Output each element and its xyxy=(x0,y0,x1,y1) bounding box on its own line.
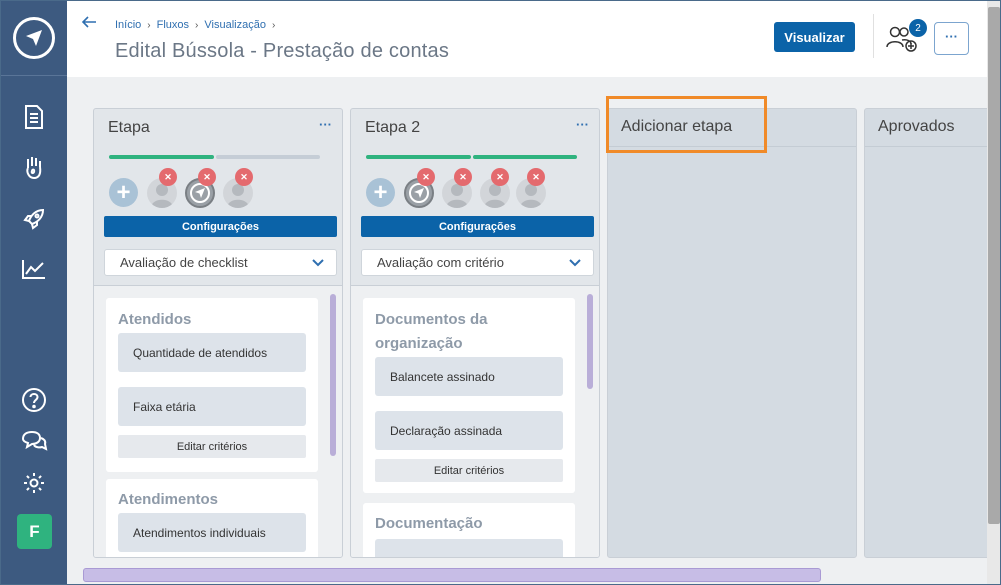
chevron-down-icon xyxy=(312,259,324,267)
horizontal-scrollbar[interactable] xyxy=(81,567,969,584)
stage-scrollbar[interactable] xyxy=(330,294,336,456)
remove-member-icon[interactable]: ✕ xyxy=(491,168,509,186)
add-member-button[interactable]: + xyxy=(109,178,138,207)
chat-icon[interactable] xyxy=(20,427,48,455)
card-title: Documentação xyxy=(375,515,483,532)
remove-member-icon[interactable]: ✕ xyxy=(198,168,216,186)
card-title: Atendidos xyxy=(118,311,192,328)
criterion-item[interactable]: Atendimentos individuais xyxy=(118,513,306,552)
configuracoes-button[interactable]: Configurações xyxy=(104,216,337,237)
page-title: Edital Bússola - Prestação de contas xyxy=(115,40,450,62)
breadcrumb: Início › Fluxos › Visualização › xyxy=(115,19,275,31)
select-value: Avaliação com critério xyxy=(377,255,504,270)
progress-segment xyxy=(109,155,214,159)
sidebar: F xyxy=(1,1,67,584)
stage-more-button[interactable]: ··· xyxy=(576,117,589,132)
edit-criteria-button[interactable]: Editar critérios xyxy=(375,459,563,482)
stage-body: Atendidos Quantidade de atendidos Faixa … xyxy=(94,285,342,557)
chart-icon[interactable] xyxy=(20,255,48,283)
stage-scrollbar[interactable] xyxy=(587,294,593,389)
stage-body: Documentos da organização Balancete assi… xyxy=(351,285,599,557)
stage-column: Etapa ··· + ✕ ✕ ✕ Configurações Avaliaçã… xyxy=(93,108,343,558)
remove-member-icon[interactable]: ✕ xyxy=(417,168,435,186)
criterion-item[interactable]: Balancete assinado xyxy=(375,357,563,396)
header-divider xyxy=(873,14,874,58)
users-count-badge: 2 xyxy=(909,19,927,37)
remove-member-icon[interactable]: ✕ xyxy=(527,168,545,186)
add-stage-title[interactable]: Adicionar etapa xyxy=(621,118,732,136)
approved-header: Aprovados xyxy=(865,109,987,147)
criteria-card: Documentos da organização Balancete assi… xyxy=(363,298,575,493)
horizontal-scroll-thumb[interactable] xyxy=(83,568,821,582)
approved-column: Aprovados xyxy=(864,108,987,558)
breadcrumb-fluxos[interactable]: Fluxos xyxy=(157,19,189,31)
remove-member-icon[interactable]: ✕ xyxy=(454,168,472,186)
breadcrumb-chevron-icon: › xyxy=(147,19,151,31)
criterion-item[interactable]: Declaração assinada xyxy=(375,411,563,450)
select-value: Avaliação de checklist xyxy=(120,255,248,270)
kanban-board: Etapa ··· + ✕ ✕ ✕ Configurações Avaliaçã… xyxy=(67,77,987,584)
help-icon[interactable] xyxy=(20,386,48,414)
card-title: Documentos da organização xyxy=(375,311,488,352)
app-frame: F Início › Fluxos › Visualização › Edita… xyxy=(0,0,1001,585)
evaluation-type-select[interactable]: Avaliação com critério xyxy=(361,249,594,276)
criterion-item[interactable] xyxy=(375,539,563,557)
visualizar-button[interactable]: Visualizar xyxy=(774,22,855,52)
rocket-icon[interactable] xyxy=(20,205,48,233)
breadcrumb-inicio[interactable]: Início xyxy=(115,19,141,31)
progress-segment xyxy=(366,155,471,159)
chevron-down-icon xyxy=(569,259,581,267)
user-avatar[interactable]: F xyxy=(17,514,52,549)
logo-icon[interactable] xyxy=(13,17,55,59)
document-icon[interactable] xyxy=(20,103,48,131)
more-options-button[interactable]: ··· xyxy=(934,22,969,55)
breadcrumb-chevron-icon: › xyxy=(195,19,199,31)
card-title: Atendimentos xyxy=(118,491,219,508)
gear-icon[interactable] xyxy=(20,469,48,497)
add-member-button[interactable]: + xyxy=(366,178,395,207)
criteria-card: Atendidos Quantidade de atendidos Faixa … xyxy=(106,298,318,472)
criteria-card: Documentação xyxy=(363,503,575,557)
edit-criteria-button[interactable]: Editar critérios xyxy=(118,435,306,458)
breadcrumb-visualizacao[interactable]: Visualização xyxy=(204,19,266,31)
back-arrow-icon[interactable] xyxy=(81,15,97,34)
breadcrumb-chevron-icon: › xyxy=(271,19,276,31)
page-header: Início › Fluxos › Visualização › Edital … xyxy=(67,1,987,77)
vertical-scrollbar[interactable] xyxy=(987,1,1000,584)
vertical-scroll-thumb[interactable] xyxy=(988,7,1000,524)
sidebar-divider xyxy=(1,75,67,76)
configuracoes-button[interactable]: Configurações xyxy=(361,216,594,237)
remove-member-icon[interactable]: ✕ xyxy=(235,168,253,186)
progress-segment xyxy=(473,155,577,159)
hand-heart-icon[interactable] xyxy=(20,153,48,181)
criterion-item[interactable]: Quantidade de atendidos xyxy=(118,333,306,372)
add-stage-header[interactable]: Adicionar etapa xyxy=(608,109,856,147)
criterion-item[interactable]: Faixa etária xyxy=(118,387,306,426)
approved-title[interactable]: Aprovados xyxy=(878,118,955,136)
progress-segment xyxy=(216,155,320,159)
add-stage-column: Adicionar etapa xyxy=(607,108,857,558)
stage-title[interactable]: Etapa xyxy=(108,119,150,137)
criteria-card: Atendimentos Atendimentos individuais xyxy=(106,479,318,557)
remove-member-icon[interactable]: ✕ xyxy=(159,168,177,186)
stage-title[interactable]: Etapa 2 xyxy=(365,119,420,137)
evaluation-type-select[interactable]: Avaliação de checklist xyxy=(104,249,337,276)
stage-column: Etapa 2 ··· + ✕ ✕ ✕ ✕ Configurações Aval… xyxy=(350,108,600,558)
stage-more-button[interactable]: ··· xyxy=(319,117,332,132)
